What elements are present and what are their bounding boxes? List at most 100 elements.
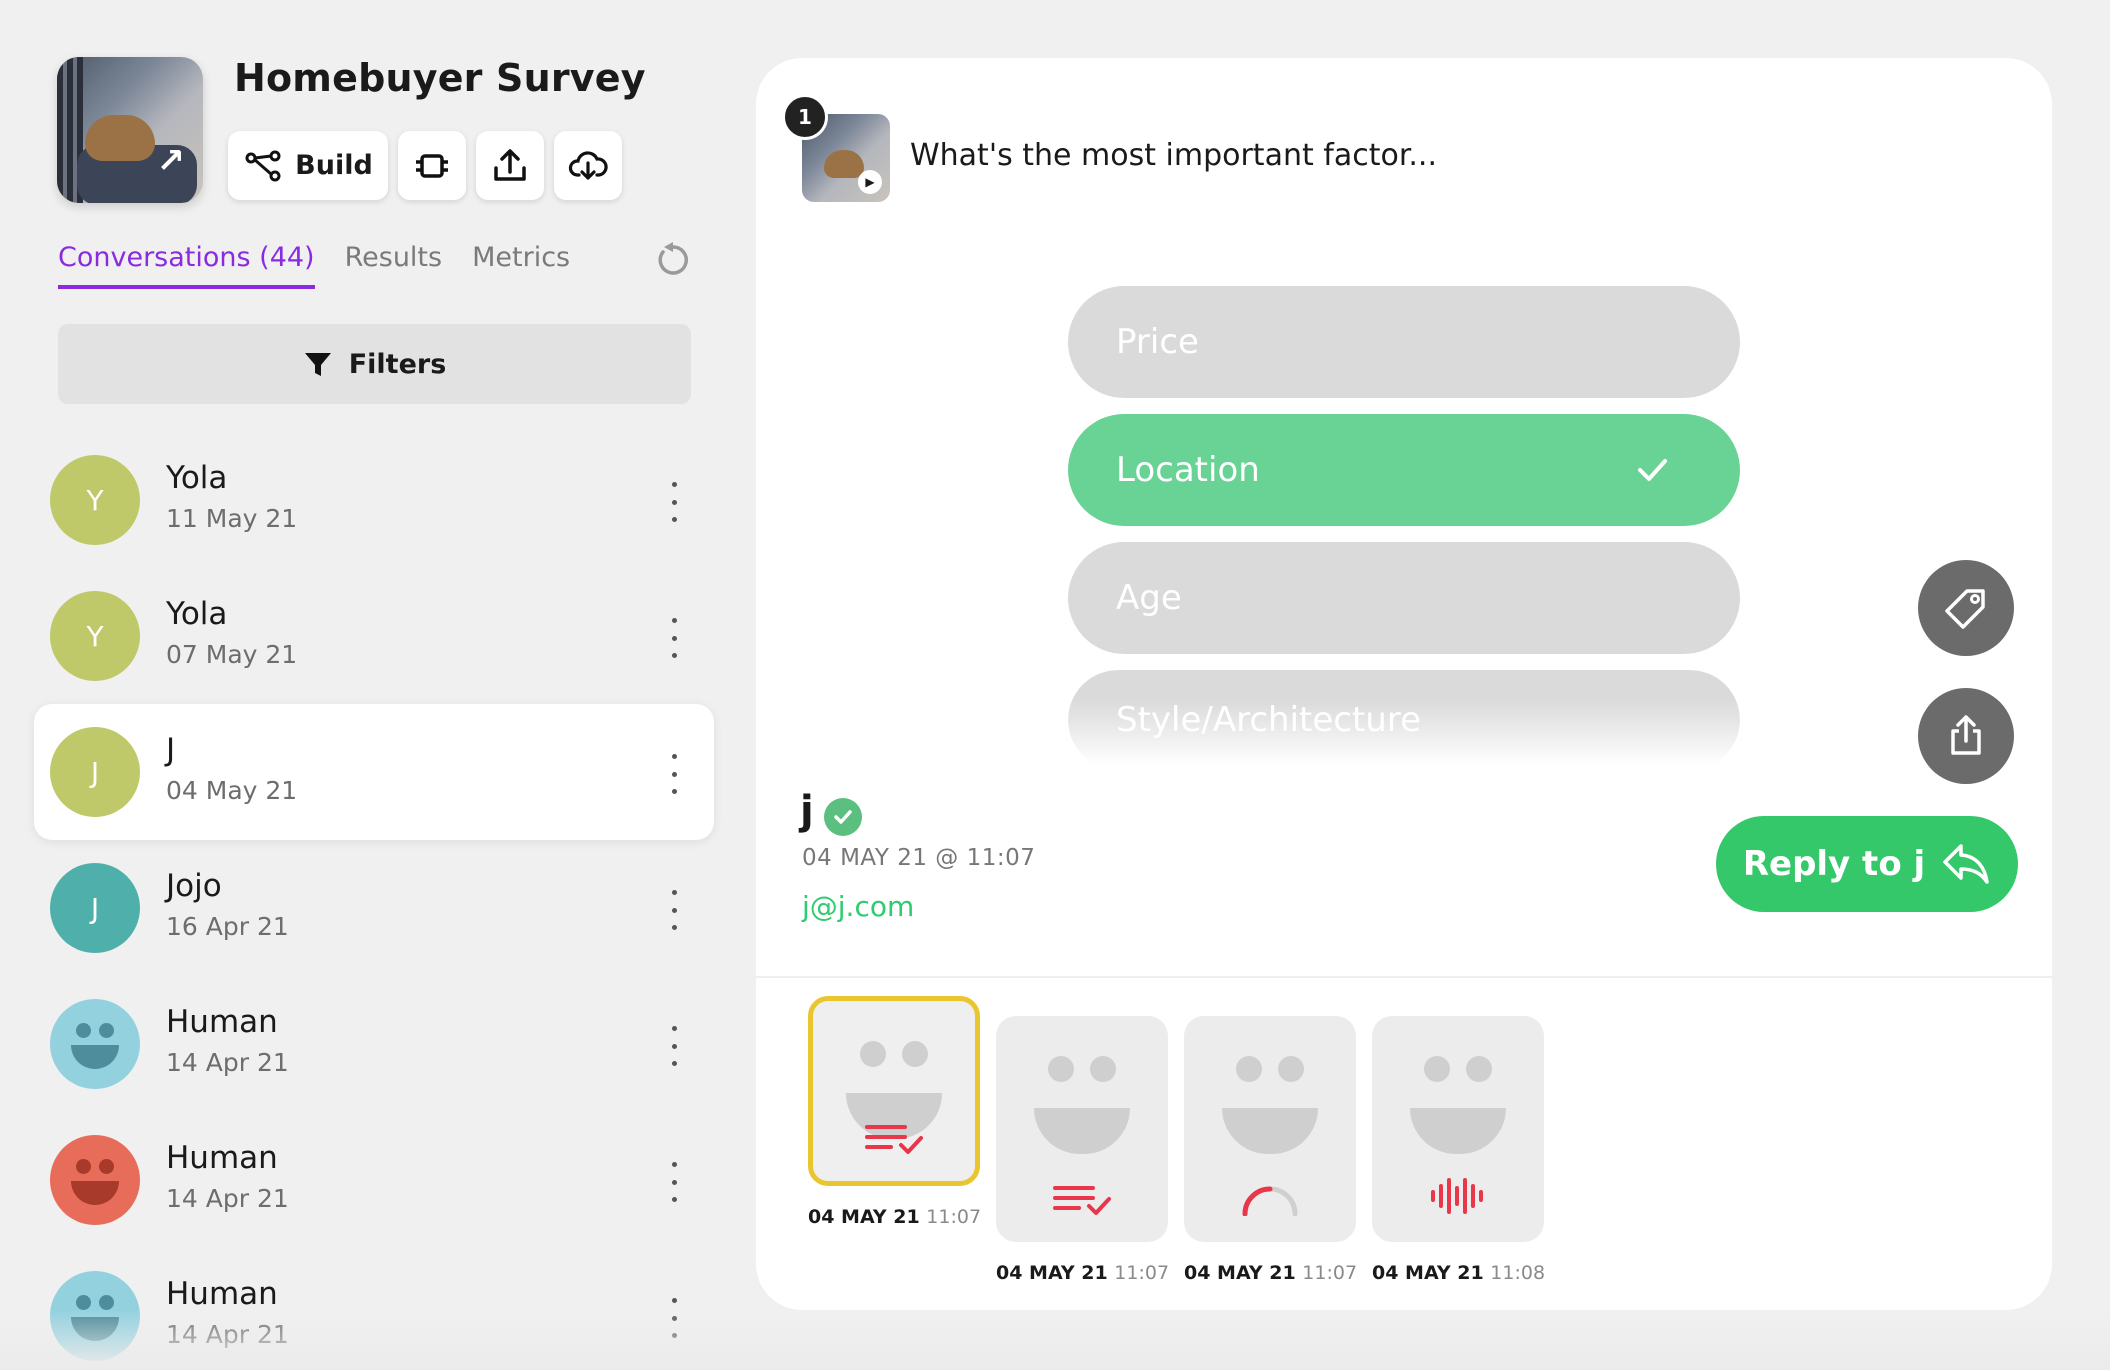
response-step[interactable]: 04 MAY 21 11:07	[1184, 1016, 1358, 1284]
more-options-icon[interactable]	[662, 754, 686, 794]
smiley-avatar-icon	[50, 999, 140, 1089]
conversation-item[interactable]: Human 14 Apr 21	[34, 1112, 714, 1248]
step-timestamp: 04 MAY 21 11:07	[996, 1262, 1170, 1284]
step-timestamp: 04 MAY 21 11:07	[808, 1206, 982, 1228]
cloud-download-icon	[568, 150, 608, 180]
response-timestamp: 04 MAY 21 @ 11:07	[802, 845, 1036, 871]
conversation-name: Human	[166, 1140, 278, 1176]
conversation-date: 16 Apr 21	[166, 912, 289, 941]
more-options-icon[interactable]	[662, 618, 686, 658]
verified-icon	[824, 798, 862, 836]
response-step[interactable]: 04 MAY 21 11:07	[996, 1016, 1170, 1284]
tag-button[interactable]	[1918, 560, 2014, 656]
step-card	[1372, 1016, 1544, 1242]
conversation-name: J	[166, 732, 176, 768]
list-check-icon	[865, 1125, 923, 1154]
survey-thumbnail[interactable]: ↗	[57, 57, 203, 203]
thumbnail-dog	[85, 115, 155, 161]
survey-title: Homebuyer Survey	[234, 56, 646, 100]
conversation-date: 04 May 21	[166, 776, 298, 805]
upload-icon	[494, 148, 526, 181]
response-step-current[interactable]: 04 MAY 21 11:07	[808, 996, 982, 1228]
response-panel: ▶ 1 What's the most important factor... …	[756, 58, 2052, 1310]
question-text: What's the most important factor...	[910, 138, 1438, 173]
more-options-icon[interactable]	[662, 482, 686, 522]
conversation-name: Yola	[166, 596, 228, 632]
build-button[interactable]: Build	[228, 131, 388, 200]
download-button[interactable]	[554, 131, 622, 200]
build-button-label: Build	[295, 150, 373, 181]
reply-button[interactable]: Reply to j	[1716, 816, 2018, 912]
step-timestamp: 04 MAY 21 11:07	[1184, 1262, 1358, 1284]
tab-conversations[interactable]: Conversations (44)	[58, 242, 315, 289]
workflow-icon	[245, 150, 281, 181]
filters-button[interactable]: Filters	[58, 324, 691, 404]
sidebar-tabs: Conversations (44) Results Metrics	[58, 242, 570, 289]
more-options-icon[interactable]	[662, 1298, 686, 1338]
share-button[interactable]	[476, 131, 544, 200]
reply-arrow-icon	[1943, 844, 1989, 884]
conversation-item[interactable]: Y Yola 07 May 21	[34, 568, 714, 704]
conversation-item-selected[interactable]: J J 04 May 21	[34, 704, 714, 840]
thumbnail-dog	[824, 150, 864, 178]
smiley-avatar-icon	[50, 1135, 140, 1225]
option-label: Location	[1116, 450, 1260, 490]
conversation-item[interactable]: Human 14 Apr 21	[34, 976, 714, 1112]
conversation-name: Human	[166, 1276, 278, 1312]
checkmark-icon	[1638, 459, 1667, 481]
option-style-architecture[interactable]: Style/Architecture	[1068, 670, 1740, 770]
option-label: Age	[1116, 578, 1182, 618]
conversation-date: 07 May 21	[166, 640, 298, 669]
list-check-icon	[1053, 1186, 1111, 1215]
play-icon: ▶	[858, 170, 882, 194]
filters-label: Filters	[348, 348, 447, 380]
respondent-name: j	[800, 788, 814, 834]
conversation-item[interactable]: J Jojo 16 Apr 21	[34, 840, 714, 976]
avatar: Y	[50, 591, 140, 681]
conversation-date: 14 Apr 21	[166, 1320, 289, 1349]
more-options-icon[interactable]	[662, 1026, 686, 1066]
response-steps: 04 MAY 21 11:07 04 MAY 21 11:07 04 MAY 2…	[808, 996, 1546, 1284]
conversation-list: Y Yola 11 May 21 Y Yola 07 May 21 J J 04…	[34, 432, 714, 1370]
share-icon	[1951, 715, 1981, 755]
more-options-icon[interactable]	[662, 890, 686, 930]
share-response-button[interactable]	[1918, 688, 2014, 784]
response-step[interactable]: 04 MAY 21 11:08	[1372, 1016, 1546, 1284]
conversation-item[interactable]: Human 14 Apr 21	[34, 1248, 714, 1370]
step-card	[996, 1016, 1168, 1242]
tab-results[interactable]: Results	[345, 242, 443, 289]
conversation-date: 14 Apr 21	[166, 1184, 289, 1213]
more-options-icon[interactable]	[662, 1162, 686, 1202]
conversation-date: 11 May 21	[166, 504, 298, 533]
option-label: Style/Architecture	[1116, 700, 1422, 740]
tag-icon	[1945, 589, 1985, 629]
reply-button-label: Reply to j	[1742, 844, 1926, 884]
gauge-icon	[1242, 1186, 1298, 1216]
option-location[interactable]: Location	[1068, 414, 1740, 526]
conversation-item[interactable]: Y Yola 11 May 21	[34, 432, 714, 568]
divider	[756, 976, 2052, 978]
embed-chip-icon	[416, 153, 448, 178]
conversation-name: Yola	[166, 460, 228, 496]
conversation-name: Jojo	[166, 868, 222, 904]
smiley-avatar-icon	[50, 1271, 140, 1361]
option-label: Price	[1116, 322, 1199, 362]
avatar: Y	[50, 455, 140, 545]
conversation-date: 14 Apr 21	[166, 1048, 289, 1077]
conversation-name: Human	[166, 1004, 278, 1040]
respondent-email-link[interactable]: j@j.com	[802, 890, 914, 923]
step-card	[1184, 1016, 1356, 1242]
step-timestamp: 04 MAY 21 11:08	[1372, 1262, 1546, 1284]
sidebar: ↗ Homebuyer Survey Build Conversations (…	[0, 0, 730, 1370]
embed-button[interactable]	[398, 131, 466, 200]
open-arrow-icon: ↗	[156, 141, 186, 181]
avatar: J	[50, 727, 140, 817]
option-price[interactable]: Price	[1068, 286, 1740, 398]
tab-metrics[interactable]: Metrics	[472, 242, 570, 289]
step-card	[808, 996, 980, 1186]
option-age[interactable]: Age	[1068, 542, 1740, 654]
audio-wave-icon	[1431, 1178, 1483, 1214]
refresh-icon[interactable]	[653, 240, 693, 280]
avatar: J	[50, 863, 140, 953]
answer-options: Price Location Age Style/Architecture	[1068, 286, 1740, 786]
